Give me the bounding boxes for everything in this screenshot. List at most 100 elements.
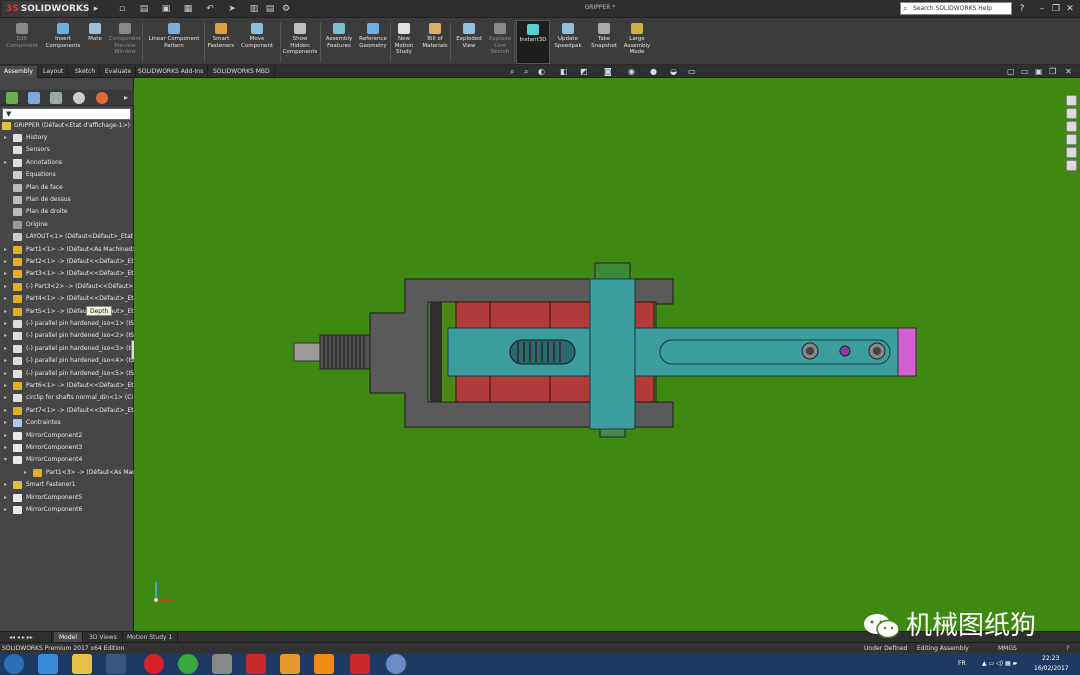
instant3d-button[interactable]: Instant3D [516, 20, 550, 64]
tree-item[interactable]: ▸ Part5<1> -> (Défaut<<Défaut>_Eta [4, 306, 134, 318]
tree-filter-input[interactable]: ▼ [2, 108, 131, 120]
open-document-icon[interactable]: ▤ [138, 3, 150, 15]
move-component-button[interactable]: Move Component [238, 20, 276, 64]
configuration-manager-tab-icon[interactable] [50, 92, 62, 104]
scene-icon[interactable]: ◒ [670, 68, 677, 76]
motion-study-button[interactable]: New Motion Study [392, 20, 416, 64]
threaded-rod[interactable] [293, 334, 371, 370]
close-icon[interactable]: ✕ [1064, 3, 1076, 15]
expand-arrow-icon[interactable]: ▸ [4, 355, 10, 367]
edit-component-button[interactable]: Edit Component [0, 20, 44, 64]
expand-arrow-icon[interactable]: ▸ [4, 405, 10, 417]
tray-icons[interactable]: ▲ ▭ ◁) ▦ ▰ [982, 658, 1017, 669]
speedpak-button[interactable]: Update Speedpak [552, 20, 584, 64]
bom-button[interactable]: Bill of Materials [420, 20, 450, 64]
solidworks-2017-icon[interactable] [246, 654, 266, 674]
component-preview-button[interactable]: Component Preview Window [106, 20, 144, 64]
clock-date[interactable]: 16/02/2017 [1034, 663, 1069, 674]
expand-arrow-icon[interactable]: ▸ [4, 244, 10, 256]
viewport-close-icon[interactable]: ✕ [1065, 68, 1072, 76]
property-manager-tab-icon[interactable] [28, 92, 40, 104]
tab-layout[interactable]: Layout [39, 66, 69, 78]
expand-arrow-icon[interactable]: ▸ [4, 293, 10, 305]
show-hidden-button[interactable]: Show Hidden Components [282, 20, 318, 64]
expand-arrow-icon[interactable]: ▸ [4, 380, 10, 392]
view-palette-icon[interactable] [1066, 134, 1077, 145]
expand-arrow-icon[interactable]: ▸ [4, 492, 10, 504]
gripper-model[interactable] [134, 78, 1080, 631]
tree-item[interactable]: ▸ (-) parallel pin hardened_iso<4> (ISO [4, 355, 134, 367]
tree-item[interactable]: ▸ Smart Fastener1 [4, 479, 134, 491]
viewport-restore-icon[interactable]: ❐ [1049, 68, 1056, 76]
tree-item[interactable]: Plan de dessus [4, 194, 134, 206]
appearance-icon[interactable]: ● [650, 68, 657, 76]
expand-menu-icon[interactable]: ▸ [90, 3, 102, 15]
start-button-icon[interactable] [4, 654, 24, 674]
display-manager-tab-icon[interactable] [96, 92, 108, 104]
save-icon[interactable]: ▣ [160, 3, 172, 15]
tree-item[interactable]: ▸ MirrorComponent5 [4, 492, 134, 504]
expand-arrow-icon[interactable]: ▸ [24, 467, 30, 479]
view-orientation-icon[interactable]: ◩ [580, 68, 588, 76]
appearances-icon[interactable] [1066, 147, 1077, 158]
tree-item[interactable]: Plan de face [4, 182, 134, 194]
solidworks-active-icon[interactable] [350, 654, 370, 674]
explorer-window-icon[interactable] [106, 654, 126, 674]
app-icon[interactable] [212, 654, 232, 674]
tree-item[interactable]: ▸ (-) parallel pin hardened_iso<5> (ISO [4, 368, 134, 380]
tree-item[interactable]: ▸ Part2<1> -> (Défaut<<Défaut>_Eta [4, 256, 134, 268]
expand-arrow-icon[interactable]: ▸ [4, 504, 10, 516]
tree-item[interactable]: ▸ circlip for shafts normal_din<1> (Ci [4, 392, 134, 404]
new-document-icon[interactable]: ▫ [116, 3, 128, 15]
previous-view-icon[interactable]: ◐ [538, 68, 545, 76]
expand-arrow-icon[interactable]: ▾ [4, 454, 10, 466]
snapshot-button[interactable]: Take Snapshot [588, 20, 620, 64]
expand-arrow-icon[interactable]: ▸ [4, 281, 10, 293]
expand-arrow-icon[interactable]: ▸ [4, 318, 10, 330]
tab-solidworks-mbd[interactable]: SOLIDWORKS MBD [209, 66, 275, 78]
viewport-minimize-icon[interactable]: ▭ [1021, 68, 1029, 76]
tab-solidworks-add-ins[interactable]: SOLIDWORKS Add-Ins [134, 66, 209, 78]
section-view-icon[interactable]: ◧ [560, 68, 568, 76]
explode-line-button[interactable]: Explode Line Sketch [486, 20, 514, 64]
tree-item[interactable]: ▸ (-) parallel pin hardened_iso<1> (ISO [4, 318, 134, 330]
tab-evaluate[interactable]: Evaluate [101, 66, 137, 78]
insert-components-button[interactable]: Insert Components [44, 20, 82, 64]
expand-arrow-icon[interactable]: ▸ [4, 417, 10, 429]
print-icon[interactable]: ▦ [182, 3, 194, 15]
hide-show-icon[interactable]: ◉ [628, 68, 635, 76]
tree-item[interactable]: ▸ Part6<1> -> (Défaut<<Défaut>_Eta [4, 380, 134, 392]
view-settings-icon[interactable]: ▭ [688, 68, 696, 76]
tree-item[interactable]: ▸ (-) Part3<2> -> (Défaut<<Défaut>_ [4, 281, 134, 293]
tree-item[interactable]: ▸ Contraintes [4, 417, 134, 429]
tree-item[interactable]: ▸ MirrorComponent3 [4, 442, 134, 454]
orange-app-icon[interactable] [280, 654, 300, 674]
smart-fasteners-button[interactable]: Smart Fasteners [206, 20, 236, 64]
tree-root[interactable]: GRIPPER (Défaut<Etat d'affichage-1>) [2, 120, 134, 132]
vlc-icon[interactable] [314, 654, 334, 674]
assembly-features-button[interactable]: Assembly Features [322, 20, 356, 64]
large-assembly-button[interactable]: Large Assembly Mode [620, 20, 654, 64]
expand-arrow-icon[interactable]: ▸ [4, 132, 10, 144]
custom-properties-icon[interactable] [1066, 160, 1077, 171]
graphics-area[interactable] [134, 78, 1080, 631]
expand-arrow-icon[interactable]: ▸ [4, 392, 10, 404]
file-properties-icon[interactable]: ▤ [264, 3, 276, 15]
restore-icon[interactable]: ❐ [1050, 3, 1062, 15]
undo-icon[interactable]: ↶ [204, 3, 216, 15]
tab-sketch[interactable]: Sketch [71, 66, 101, 78]
tree-item[interactable]: ▸ History [4, 132, 134, 144]
tree-item[interactable]: ▸ Part4<1> -> (Défaut<<Défaut>_Eta [4, 293, 134, 305]
expand-arrow-icon[interactable]: ▸ [4, 306, 10, 318]
opera-icon[interactable] [144, 654, 164, 674]
tree-item[interactable]: ▸ Part1<3> -> (Défaut<As Machi [4, 467, 134, 479]
tree-item[interactable]: ▸ Part3<1> -> (Défaut<<Défaut>_Eta [4, 268, 134, 280]
internet-explorer-icon[interactable] [38, 654, 58, 674]
expand-arrow-icon[interactable]: ▸ [4, 479, 10, 491]
minimize-icon[interactable]: – [1036, 3, 1048, 15]
tree-item[interactable]: ▸ MirrorComponent6 [4, 504, 134, 516]
display-style-icon[interactable]: ◙ [604, 68, 612, 76]
select-icon[interactable]: ➤ [226, 3, 238, 15]
exploded-view-button[interactable]: Exploded View [452, 20, 486, 64]
linear-pattern-button[interactable]: Linear Component Pattern [144, 20, 204, 64]
